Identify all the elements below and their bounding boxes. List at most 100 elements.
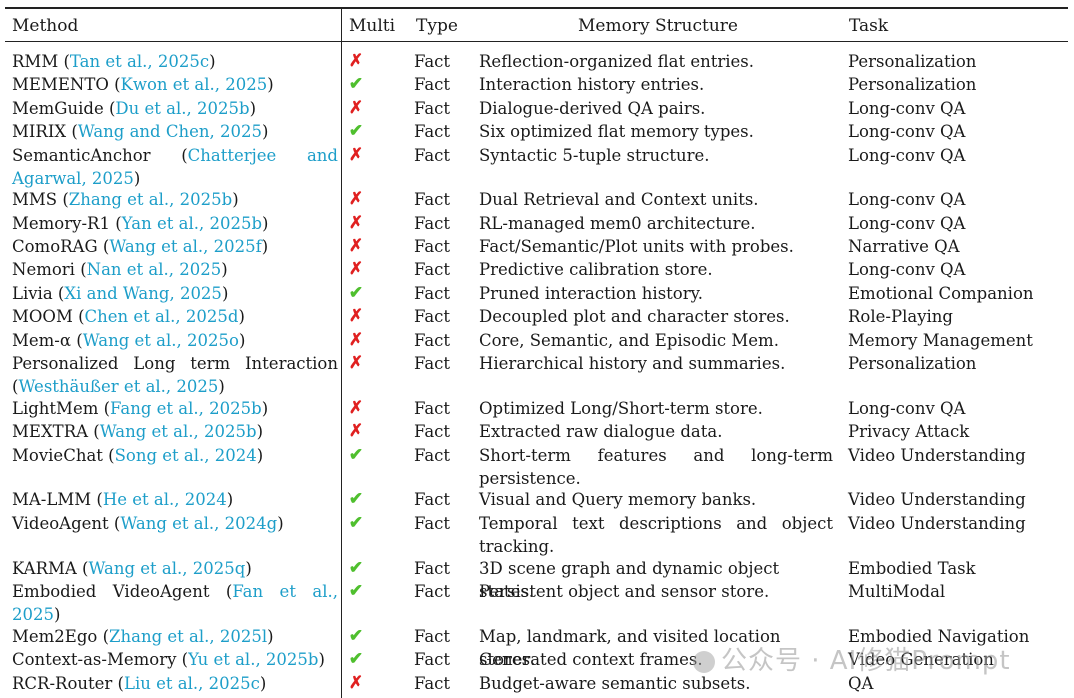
check-icon: ✔	[348, 74, 364, 94]
task-cell: Video Understanding	[848, 446, 1026, 465]
task-cell: Video Understanding	[848, 490, 1026, 509]
type-cell: Fact	[414, 122, 451, 141]
type-cell: Fact	[414, 674, 451, 693]
check-icon: ✔	[348, 649, 364, 669]
method-close-paren: )	[218, 377, 225, 396]
task-cell: Personalization	[848, 52, 977, 71]
method-close-paren: )	[249, 99, 256, 118]
cross-icon: ✗	[348, 398, 364, 418]
type-cell: Fact	[414, 446, 451, 465]
header-multi: Multi	[349, 16, 396, 36]
column-separator	[341, 8, 342, 698]
citation-link[interactable]: Chen et al., 2025d	[85, 307, 239, 326]
citation-link[interactable]: Tan et al., 2025c	[70, 52, 209, 71]
citation-link[interactable]: Kwon et al., 2025	[121, 75, 268, 94]
method-cell: Mem2Ego (Zhang et al., 2025l)	[12, 625, 338, 648]
citation-link[interactable]: Wang et al., 2025f	[109, 237, 261, 256]
watermark-text: 公众号 · AI修猫Prompt	[721, 646, 1011, 676]
header-task: Task	[849, 16, 889, 36]
citation-link[interactable]: Nan et al., 2025	[87, 260, 222, 279]
citation-link[interactable]: Liu et al., 2025c	[124, 674, 260, 693]
method-cell: Mem-α (Wang et al., 2025o)	[12, 329, 338, 352]
type-cell: Fact	[414, 627, 451, 646]
task-cell: Privacy Attack	[848, 422, 970, 441]
method-close-paren: )	[238, 307, 245, 326]
citation-link[interactable]: Wang et al., 2024g	[120, 514, 277, 533]
type-cell: Fact	[414, 99, 451, 118]
type-cell: Fact	[414, 214, 451, 233]
check-icon: ✔	[348, 513, 364, 533]
citation-link[interactable]: Wang et al., 2025b	[100, 422, 257, 441]
method-name: MEXTRA (	[12, 422, 100, 441]
task-cell: Long-conv QA	[848, 214, 966, 233]
structure-cell: Persistent object and sensor store.	[479, 582, 770, 601]
citation-link[interactable]: Yu et al., 2025b	[188, 650, 318, 669]
citation-link[interactable]: Wang and Chen, 2025	[78, 122, 262, 141]
structure-cell: Interaction history entries.	[479, 75, 705, 94]
structure-cell: Optimized Long/Short-term store.	[479, 399, 763, 418]
wechat-icon	[693, 650, 715, 673]
structure-cell: Visual and Query memory banks.	[479, 490, 757, 509]
method-name: MA-LMM (	[12, 490, 103, 509]
method-cell: Personalized Long term Interaction (West…	[12, 352, 338, 398]
task-cell: Personalization	[848, 75, 977, 94]
header-method: Method	[12, 16, 79, 36]
structure-cell: Fact/Semantic/Plot units with probes.	[479, 237, 794, 256]
cross-icon: ✗	[348, 98, 364, 118]
method-name: Mem-α (	[12, 331, 83, 350]
type-cell: Fact	[414, 354, 451, 373]
structure-cell: Hierarchical history and summaries.	[479, 354, 786, 373]
method-close-paren: )	[262, 122, 269, 141]
task-cell: MultiModal	[848, 582, 946, 601]
citation-link[interactable]: Zhang et al., 2025l	[109, 627, 267, 646]
method-close-paren: )	[267, 627, 274, 646]
citation-link[interactable]: Wang et al., 2025o	[83, 331, 239, 350]
method-close-paren: )	[318, 650, 325, 669]
task-cell: Narrative QA	[848, 237, 960, 256]
task-cell: Long-conv QA	[848, 190, 966, 209]
structure-cell: Predictive calibration store.	[479, 260, 713, 279]
method-cell: RCR-Router (Liu et al., 2025c)	[12, 672, 338, 695]
structure-cell: Extracted raw dialogue data.	[479, 422, 723, 441]
method-cell: SemanticAnchor (Chatterjee and Agarwal, …	[12, 144, 338, 190]
type-cell: Fact	[414, 582, 451, 601]
method-close-paren: )	[133, 169, 141, 188]
method-name: KARMA (	[12, 559, 89, 578]
method-name: Context-as-Memory (	[12, 650, 189, 669]
citation-link[interactable]: Xi and Wang, 2025	[64, 284, 222, 303]
check-icon: ✔	[348, 558, 364, 578]
method-name: Nemori (	[12, 260, 87, 279]
method-name: Livia (	[12, 284, 65, 303]
type-cell: Fact	[414, 52, 451, 71]
citation-link[interactable]: Zhang et al., 2025b	[69, 190, 232, 209]
citation-link[interactable]: Yan et al., 2025b	[122, 214, 262, 233]
task-cell: Long-conv QA	[848, 122, 966, 141]
method-cell: RMM (Tan et al., 2025c)	[12, 50, 338, 73]
method-name: Embodied VideoAgent (	[12, 582, 233, 601]
header-memory-structure: Memory Structure	[578, 16, 738, 36]
method-name: MOOM (	[12, 307, 85, 326]
check-icon: ✔	[348, 581, 364, 601]
citation-link[interactable]: Fang et al., 2025b	[110, 399, 262, 418]
citation-link[interactable]: Westhäußer et al., 2025	[18, 377, 218, 396]
citation-link[interactable]: Wang et al., 2025q	[89, 559, 246, 578]
task-cell: Long-conv QA	[848, 99, 966, 118]
type-cell: Fact	[414, 650, 451, 669]
method-cell: Context-as-Memory (Yu et al., 2025b)	[12, 648, 338, 671]
method-cell: Memory-R1 (Yan et al., 2025b)	[12, 212, 338, 235]
method-name: VideoAgent (	[12, 514, 121, 533]
citation-link[interactable]: Song et al., 2024	[115, 446, 257, 465]
method-close-paren: )	[238, 331, 246, 350]
method-close-paren: )	[259, 674, 267, 693]
method-name: LightMem (	[12, 399, 111, 418]
method-cell: Nemori (Nan et al., 2025)	[12, 258, 338, 281]
structure-cell: Syntactic 5-tuple structure.	[479, 146, 710, 165]
type-cell: Fact	[414, 399, 451, 418]
structure-cell: Dual Retrieval and Context units.	[479, 190, 759, 209]
cross-icon: ✗	[348, 145, 364, 165]
method-name: Mem2Ego (	[12, 627, 110, 646]
citation-link[interactable]: He et al., 2024	[103, 490, 227, 509]
structure-cell: RL-managed mem0 architecture.	[479, 214, 756, 233]
citation-link[interactable]: Du et al., 2025b	[115, 99, 249, 118]
structure-cell: Dialogue-derived QA pairs.	[479, 99, 706, 118]
